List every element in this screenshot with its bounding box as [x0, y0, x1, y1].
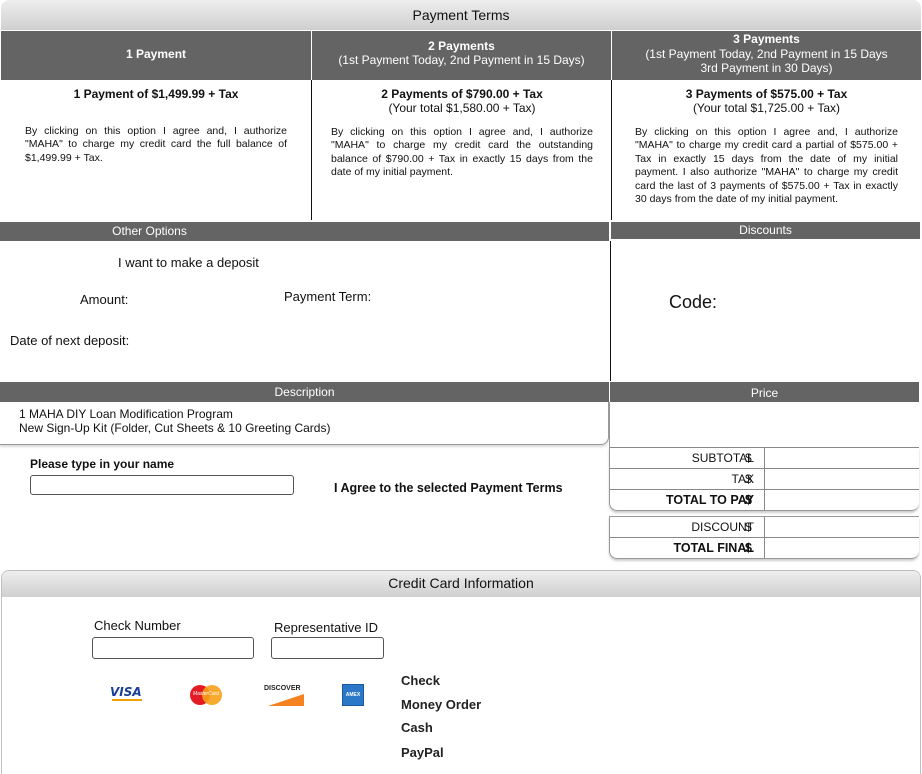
order-line-1: 1 MAHA DIY Loan Modification Program: [19, 407, 233, 421]
mastercard-icon[interactable]: MasterCard: [188, 684, 224, 706]
tax-value: [764, 469, 919, 489]
subtotal-row: SUBTOTAL $: [610, 448, 919, 469]
discount-currency: $: [745, 520, 752, 534]
check-number-label: Check Number: [94, 618, 181, 633]
subtotal-value: [764, 448, 919, 468]
total-to-pay-currency: $: [745, 493, 752, 507]
next-deposit-label: Date of next deposit:: [10, 333, 130, 348]
other-options-title: Other Options: [112, 224, 187, 238]
option-3-body[interactable]: 3 Payments of $575.00 + Tax (Your total …: [612, 80, 921, 220]
discounts-bar: Discounts: [611, 222, 920, 239]
option-1-header[interactable]: 1 Payment: [1, 31, 311, 80]
option-2-header[interactable]: 2 Payments (1st Payment Today, 2nd Payme…: [312, 31, 611, 80]
subtotal-currency: $: [745, 451, 752, 465]
total-to-pay-label: TOTAL TO PAY: [666, 493, 754, 507]
payment-method-check[interactable]: Check: [401, 673, 440, 688]
name-label: Please type in your name: [30, 457, 175, 471]
check-number-input[interactable]: [92, 637, 254, 659]
payment-method-money-order[interactable]: Money Order: [401, 697, 481, 712]
payment-terms-title: Payment Terms: [412, 7, 510, 23]
option-1-header-title: 1 Payment: [125, 47, 187, 61]
total-final-value: [764, 538, 919, 558]
option-2-header-sub: (1st Payment Today, 2nd Payment in 15 Da…: [338, 53, 585, 67]
discount-value: [764, 517, 919, 537]
representative-id-input[interactable]: [271, 637, 384, 659]
discounts-title: Discounts: [739, 223, 792, 237]
amount-label: Amount:: [80, 292, 129, 307]
description-header: Description: [0, 382, 609, 402]
totals-box: SUBTOTAL $ TAX $ TOTAL TO PAY $: [609, 447, 919, 511]
tax-currency: $: [745, 472, 752, 486]
deposit-label: I want to make a deposit: [118, 255, 259, 270]
total-final-currency: $: [745, 541, 752, 555]
option-3-header-sub: (1st Payment Today, 2nd Payment in 15 Da…: [645, 46, 888, 61]
mastercard-text: MasterCard: [192, 691, 220, 697]
option-3-subtitle: (Your total $1,725.00 + Tax): [692, 101, 841, 115]
option-1-title: 1 Payment of $1,499.99 + Tax: [73, 87, 239, 101]
discount-code-label: Code:: [669, 292, 718, 312]
discover-icon[interactable]: DISCOVER: [264, 685, 304, 707]
option-2-subtitle: (Your total $1,580.00 + Tax): [388, 101, 536, 115]
amex-icon[interactable]: AMEX: [342, 684, 364, 706]
total-final-row: TOTAL FINAL $: [610, 538, 919, 558]
option-3-header-sub2: 3rd Payment in 30 Days): [700, 61, 833, 75]
price-box: [609, 402, 919, 447]
discount-totals-box: DISCOUNT $ TOTAL FINAL $: [609, 516, 919, 559]
amex-text: AMEX: [345, 692, 361, 698]
order-description-box: 1 MAHA DIY Loan Modification Program New…: [0, 402, 609, 445]
representative-id-label: Representative ID: [274, 620, 379, 635]
option-3-title: 3 Payments of $575.00 + Tax: [685, 87, 848, 101]
option-3-header[interactable]: 3 Payments (1st Payment Today, 2nd Payme…: [612, 31, 921, 80]
price-header: Price: [610, 382, 919, 402]
description-header-label: Description: [274, 385, 335, 399]
visa-text: VISA: [110, 685, 142, 699]
discover-text: DISCOVER: [264, 685, 301, 692]
order-line-2: New Sign-Up Kit (Folder, Cut Sheets & 10…: [19, 421, 331, 435]
payment-method-cash[interactable]: Cash: [401, 720, 433, 735]
agree-label[interactable]: I Agree to the selected Payment Terms: [334, 481, 563, 495]
discounts-divider: [610, 241, 611, 381]
option-1-body[interactable]: 1 Payment of $1,499.99 + Tax By clicking…: [1, 80, 311, 220]
option-3-description: By clicking on this option I agree and, …: [635, 126, 898, 206]
credit-card-header: Credit Card Information: [2, 571, 920, 597]
visa-icon[interactable]: VISA: [110, 683, 146, 705]
credit-card-panel: [1, 570, 921, 774]
option-2-description: By clicking on this option I agree and, …: [331, 126, 593, 179]
total-to-pay-value: [764, 490, 919, 510]
total-to-pay-row: TOTAL TO PAY $: [610, 490, 919, 510]
payment-terms-header: Payment Terms: [1, 0, 921, 30]
option-2-body[interactable]: 2 Payments of $790.00 + Tax (Your total …: [312, 80, 611, 220]
credit-card-title: Credit Card Information: [388, 575, 534, 591]
payment-method-paypal[interactable]: PayPal: [401, 745, 444, 760]
price-header-label: Price: [750, 386, 779, 400]
other-options-bar: Other Options: [0, 222, 609, 241]
total-final-label: TOTAL FINAL: [673, 541, 754, 555]
name-input[interactable]: [30, 475, 294, 495]
option-1-description: By clicking on this option I agree and, …: [25, 125, 287, 164]
option-3-header-title: 3 Payments: [733, 32, 800, 46]
option-2-header-title: 2 Payments: [428, 39, 495, 53]
option-2-title: 2 Payments of $790.00 + Tax: [381, 87, 543, 101]
payment-term-label: Payment Term:: [284, 289, 372, 304]
tax-row: TAX $: [610, 469, 919, 490]
discount-row: DISCOUNT $: [610, 517, 919, 538]
